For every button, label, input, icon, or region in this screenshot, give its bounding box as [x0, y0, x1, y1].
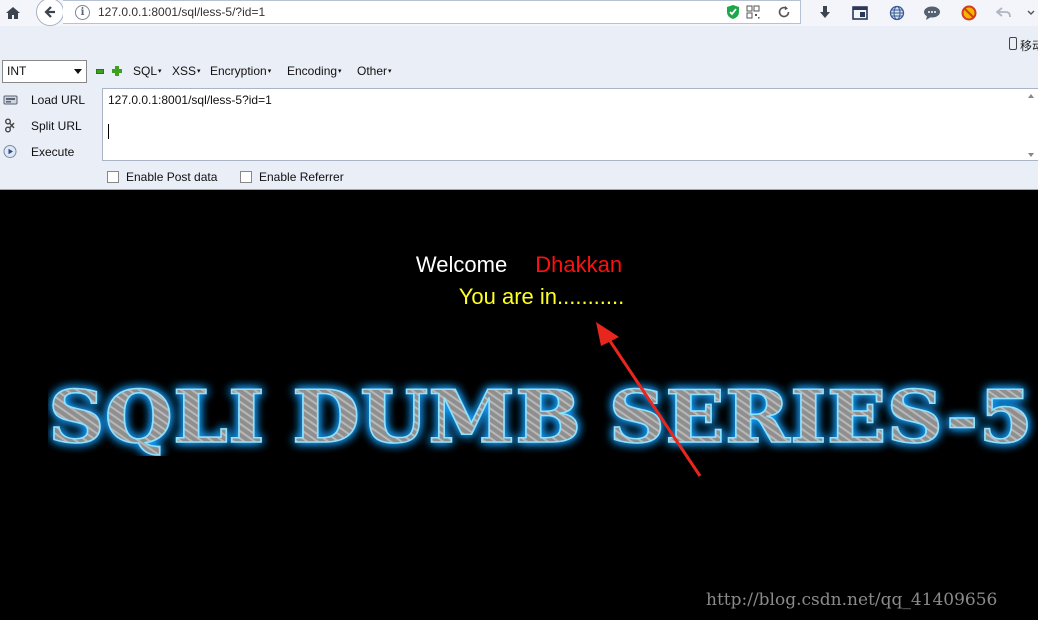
dropdown-arrow-icon: [74, 69, 82, 74]
scroll-down-icon[interactable]: [1028, 153, 1034, 157]
refresh-icon[interactable]: [773, 1, 795, 23]
menu-sql[interactable]: SQL▾: [133, 64, 162, 78]
url-textarea-value: 127.0.0.1:8001/sql/less-5?id=1: [108, 93, 272, 107]
download-icon[interactable]: [814, 2, 836, 24]
navigation-bar: i 127.0.0.1:8001/sql/less-5/?id=1: [0, 0, 1038, 26]
type-select[interactable]: INT: [2, 60, 87, 83]
enable-post-data-label: Enable Post data: [126, 170, 218, 184]
url-textarea[interactable]: 127.0.0.1:8001/sql/less-5?id=1: [102, 88, 1038, 161]
globe-icon[interactable]: [886, 2, 908, 24]
user-name: Dhakkan: [535, 252, 623, 277]
checkbox-box[interactable]: [240, 171, 252, 183]
banner-logo: SQLI DUMB SERIES-5: [48, 376, 1034, 456]
mobile-bookmark[interactable]: 移动: [1020, 37, 1038, 54]
load-url-button[interactable]: Load URL: [0, 88, 100, 112]
hackbar-toolbar: INT SQL▾ XSS▾ Encryption▾ Encoding▾ Othe…: [0, 58, 1038, 86]
split-url-button[interactable]: Split URL: [0, 114, 100, 138]
minus-icon[interactable]: [96, 69, 104, 74]
load-url-label: Load URL: [31, 93, 86, 107]
home-icon[interactable]: [2, 2, 24, 24]
undo-icon[interactable]: [993, 2, 1015, 24]
play-icon: [3, 145, 17, 158]
plus-icon[interactable]: [112, 66, 122, 76]
block-icon[interactable]: [958, 2, 980, 24]
address-bar[interactable]: i 127.0.0.1:8001/sql/less-5/?id=1: [63, 0, 801, 24]
text-cursor: [108, 124, 109, 139]
menu-other[interactable]: Other▾: [357, 64, 392, 78]
chat-icon[interactable]: [921, 2, 943, 24]
welcome-text: Welcome: [415, 252, 508, 277]
watermark: http://blog.csdn.net/qq_41409656: [706, 590, 998, 610]
browser-chrome: i 127.0.0.1:8001/sql/less-5/?id=1 移 INT …: [0, 0, 1038, 190]
status-message: You are in...........: [458, 284, 625, 309]
execute-label: Execute: [31, 145, 75, 159]
phone-icon: [1009, 37, 1017, 50]
menu-xss[interactable]: XSS▾: [172, 64, 201, 78]
welcome-line: Welcome Dhakkan: [0, 252, 1038, 278]
execute-button[interactable]: Execute: [0, 140, 100, 164]
banner-text: SQLI DUMB SERIES-5: [48, 376, 1033, 456]
type-select-value: INT: [7, 64, 27, 78]
scroll-up-icon[interactable]: [1028, 94, 1034, 98]
back-button[interactable]: [36, 0, 64, 26]
qr-code-icon[interactable]: [742, 1, 764, 23]
menu-encoding[interactable]: Encoding▾: [287, 64, 342, 78]
chevron-down-icon[interactable]: [1020, 2, 1038, 24]
address-url: 127.0.0.1:8001/sql/less-5/?id=1: [98, 5, 266, 19]
menu-encryption[interactable]: Encryption▾: [210, 64, 271, 78]
split-url-label: Split URL: [31, 119, 82, 133]
info-icon[interactable]: i: [75, 5, 90, 20]
scissors-icon: [5, 118, 15, 133]
page-content: Welcome Dhakkan You are in........... SQL…: [0, 190, 1038, 620]
checkbox-box[interactable]: [107, 171, 119, 183]
window-icon[interactable]: [849, 2, 871, 24]
load-url-icon: [3, 95, 18, 105]
enable-referrer-label: Enable Referrer: [259, 170, 344, 184]
shield-icon[interactable]: [722, 1, 744, 23]
